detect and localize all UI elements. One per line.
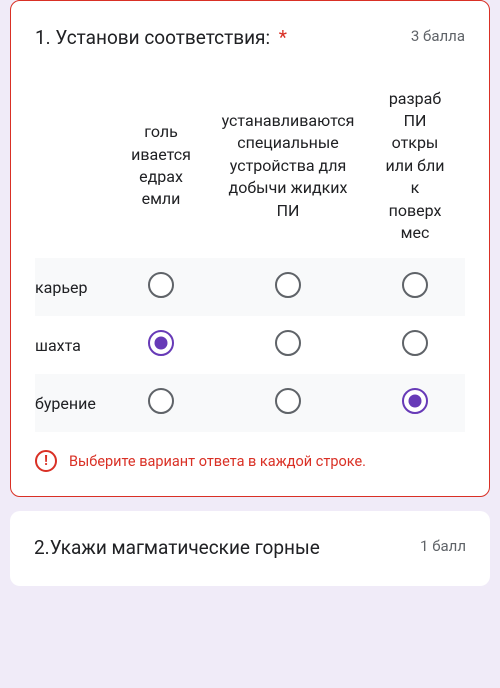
grid-col-header: устанавливаются специальные устройства д… — [211, 74, 365, 259]
question-1-title: 1. Установи соответствия: * — [35, 25, 287, 52]
question-1-header: 1. Установи соответствия: * 3 балла — [11, 25, 489, 52]
grid-row-бурение: бурение — [35, 374, 465, 432]
radio-шахта-col2[interactable] — [402, 330, 428, 356]
error-icon: ! — [35, 450, 57, 472]
question-1-points: 3 балла — [411, 25, 465, 45]
grid-row-label: шахта — [35, 316, 153, 374]
grid-row-шахта: шахта — [35, 316, 465, 374]
question-2-title: 2.Укажи магматические горные — [34, 535, 320, 562]
grid-col-header: разраб ПИ откры или бли к поверх мес — [365, 74, 465, 259]
radio-бурение-col1[interactable] — [275, 388, 301, 414]
grid-row-label: карьер — [35, 258, 153, 316]
required-asterisk: * — [279, 26, 287, 49]
question-1-card: 1. Установи соответствия: * 3 балла голь… — [10, 0, 490, 497]
radio-шахта-col0[interactable] — [148, 330, 174, 356]
question-1-title-text: 1. Установи соответствия: — [35, 26, 270, 49]
matching-grid: голь ивается едрах емли устанавливаются … — [11, 74, 489, 433]
grid-corner-cell — [35, 74, 153, 259]
question-2-points: 1 балл — [420, 535, 466, 555]
grid-header-row: голь ивается едрах емли устанавливаются … — [35, 74, 465, 259]
radio-карьер-col2[interactable] — [402, 272, 428, 298]
radio-бурение-col2[interactable] — [402, 388, 428, 414]
error-message-row: ! Выберите вариант ответа в каждой строк… — [11, 450, 489, 472]
grid-row-карьер: карьер — [35, 258, 465, 316]
question-2-card: 2.Укажи магматические горные 1 балл — [10, 511, 490, 586]
error-text: Выберите вариант ответа в каждой строке. — [69, 453, 366, 470]
radio-бурение-col0[interactable] — [148, 388, 174, 414]
grid-scroll-region[interactable]: голь ивается едрах емли устанавливаются … — [35, 74, 465, 433]
radio-карьер-col1[interactable] — [275, 272, 301, 298]
radio-шахта-col1[interactable] — [275, 330, 301, 356]
radio-карьер-col0[interactable] — [148, 272, 174, 298]
grid-row-label: бурение — [35, 374, 153, 432]
